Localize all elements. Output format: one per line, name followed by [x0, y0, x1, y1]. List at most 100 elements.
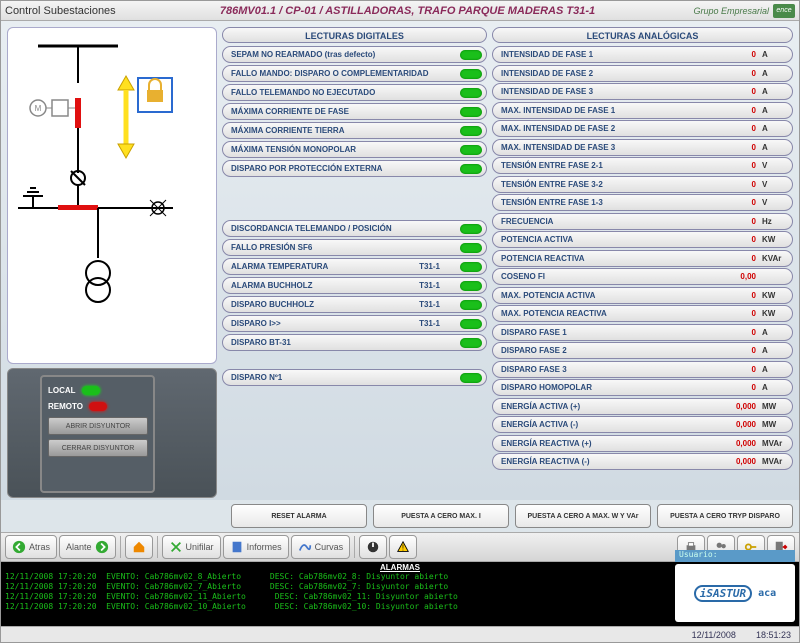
- status-led-icon: [460, 50, 482, 60]
- analog-value: 0: [722, 69, 756, 78]
- curvas-button[interactable]: Curvas: [291, 535, 351, 559]
- analog-label: POTENCIA ACTIVA: [501, 235, 722, 244]
- reset-alarm-button[interactable]: RESET ALARMA: [231, 504, 367, 528]
- analog-row: DISPARO FASE 30A: [492, 361, 793, 378]
- status-bar: 12/11/2008 18:51:23: [1, 626, 799, 642]
- digital-row: FALLO MANDO: DISPARO O COMPLEMENTARIDAD: [222, 65, 487, 82]
- analog-row: ENERGÍA ACTIVA (+)0,000MW: [492, 398, 793, 415]
- analog-label: INTENSIDAD DE FASE 1: [501, 50, 722, 59]
- usuario-label: Usuario:: [675, 550, 795, 562]
- status-led-icon: [460, 126, 482, 136]
- analog-label: INTENSIDAD DE FASE 2: [501, 69, 722, 78]
- analog-unit: KW: [756, 309, 784, 318]
- zero-max-i-button[interactable]: PUESTA A CERO MAX. I: [373, 504, 509, 528]
- single-line-diagram: M: [7, 27, 217, 364]
- digital-row: DISPARO BUCHHOLZT31-1: [222, 296, 487, 313]
- page-title: 786MV01.1 / CP-01 / ASTILLADORAS, TRAFO …: [160, 5, 655, 17]
- home-button[interactable]: [125, 535, 153, 559]
- analog-unit: V: [756, 198, 784, 207]
- analog-row: POTENCIA ACTIVA0KW: [492, 231, 793, 248]
- digital-tag: T31-1: [419, 281, 440, 290]
- digital-label: MÁXIMA TENSIÓN MONOPOLAR: [231, 145, 460, 154]
- digital-row: DISCORDANCIA TELEMANDO / POSICIÓN: [222, 220, 487, 237]
- analog-label: DISPARO FASE 1: [501, 328, 722, 337]
- ence-logo: ence: [773, 4, 795, 18]
- digital-row: DISPARO I>>T31-1: [222, 315, 487, 332]
- analog-value: 0: [722, 198, 756, 207]
- status-led-icon: [460, 224, 482, 234]
- analog-row: INTENSIDAD DE FASE 10A: [492, 46, 793, 63]
- digital-row: MÁXIMA TENSIÓN MONOPOLAR: [222, 141, 487, 158]
- digital-row: MÁXIMA CORRIENTE TIERRA: [222, 122, 487, 139]
- analog-value: 0: [722, 254, 756, 263]
- digital-label: FALLO TELEMANDO NO EJECUTADO: [231, 88, 460, 97]
- digital-row: DISPARO Nº1: [222, 369, 487, 386]
- status-led-icon: [460, 107, 482, 117]
- analog-value: 0: [722, 346, 756, 355]
- status-led-icon: [460, 281, 482, 291]
- analog-unit: V: [756, 180, 784, 189]
- digital-row: DISPARO POR PROTECCIÓN EXTERNA: [222, 160, 487, 177]
- analog-value: 0: [722, 124, 756, 133]
- analog-label: MAX. INTENSIDAD DE FASE 1: [501, 106, 722, 115]
- analog-unit: A: [756, 106, 784, 115]
- local-led: [82, 386, 100, 395]
- analog-value: 0: [722, 309, 756, 318]
- analog-unit: MW: [756, 420, 784, 429]
- analog-row: COSENO FI0,00: [492, 268, 793, 285]
- status-led-icon: [460, 338, 482, 348]
- analog-unit: KVAr: [756, 254, 784, 263]
- analog-row: TENSIÓN ENTRE FASE 1-30V: [492, 194, 793, 211]
- alarm-panel: ALARMAS 12/11/2008 17:20:20 EVENTO: Cab7…: [1, 562, 799, 626]
- digital-label: FALLO MANDO: DISPARO O COMPLEMENTARIDAD: [231, 69, 460, 78]
- analog-value: 0: [722, 383, 756, 392]
- power-button[interactable]: [359, 535, 387, 559]
- analog-unit: A: [756, 328, 784, 337]
- digital-tag: T31-1: [419, 319, 440, 328]
- analog-unit: A: [756, 143, 784, 152]
- analog-row: MAX. INTENSIDAD DE FASE 10A: [492, 102, 793, 119]
- digital-label: MÁXIMA CORRIENTE TIERRA: [231, 126, 460, 135]
- digital-row: ALARMA TEMPERATURAT31-1: [222, 258, 487, 275]
- analog-unit: A: [756, 50, 784, 59]
- digital-label: ALARMA BUCHHOLZ: [231, 281, 419, 290]
- analog-row: POTENCIA REACTIVA0KVAr: [492, 250, 793, 267]
- analog-title: LECTURAS ANALÓGICAS: [492, 27, 793, 43]
- analog-label: MAX. POTENCIA REACTIVA: [501, 309, 722, 318]
- digital-row: ALARMA BUCHHOLZT31-1: [222, 277, 487, 294]
- alarm-icon-button[interactable]: !: [389, 535, 417, 559]
- zero-max-w-button[interactable]: PUESTA A CERO A MAX. W Y VAr: [515, 504, 651, 528]
- zero-trip-button[interactable]: PUESTA A CERO TRYP DISPARO: [657, 504, 793, 528]
- analog-value: 0,000: [722, 457, 756, 466]
- open-breaker-button[interactable]: ABRIR DISYUNTOR: [48, 417, 148, 435]
- status-led-icon: [460, 300, 482, 310]
- analog-row: MAX. POTENCIA REACTIVA0KW: [492, 305, 793, 322]
- svg-text:!: !: [402, 544, 404, 553]
- back-button[interactable]: Atras: [5, 535, 57, 559]
- app-title: Control Subestaciones: [5, 5, 160, 17]
- close-breaker-button[interactable]: CERRAR DISYUNTOR: [48, 439, 148, 457]
- analog-value: 0,000: [722, 402, 756, 411]
- digital-label: DISPARO BT-31: [231, 338, 460, 347]
- analog-label: DISPARO FASE 3: [501, 365, 722, 374]
- digital-label: ALARMA TEMPERATURA: [231, 262, 419, 271]
- forward-button[interactable]: Alante: [59, 535, 116, 559]
- analog-value: 0: [722, 328, 756, 337]
- informes-button[interactable]: Informes: [223, 535, 289, 559]
- analog-label: POTENCIA REACTIVA: [501, 254, 722, 263]
- analog-row: MAX. POTENCIA ACTIVA0KW: [492, 287, 793, 304]
- analog-unit: KW: [756, 291, 784, 300]
- unifilar-button[interactable]: Unifilar: [162, 535, 221, 559]
- analog-value: 0,00: [722, 272, 756, 281]
- analog-label: TENSIÓN ENTRE FASE 1-3: [501, 198, 722, 207]
- analog-row: DISPARO FASE 20A: [492, 342, 793, 359]
- analog-unit: A: [756, 87, 784, 96]
- analog-label: ENERGÍA REACTIVA (-): [501, 457, 722, 466]
- analog-label: DISPARO HOMOPOLAR: [501, 383, 722, 392]
- digital-label: DISPARO I>>: [231, 319, 419, 328]
- remoto-label: REMOTO: [48, 402, 83, 411]
- analog-unit: KW: [756, 235, 784, 244]
- digital-row: SEPAM NO REARMADO (tras defecto): [222, 46, 487, 63]
- digital-label: FALLO PRESIÓN SF6: [231, 243, 460, 252]
- analog-value: 0: [722, 235, 756, 244]
